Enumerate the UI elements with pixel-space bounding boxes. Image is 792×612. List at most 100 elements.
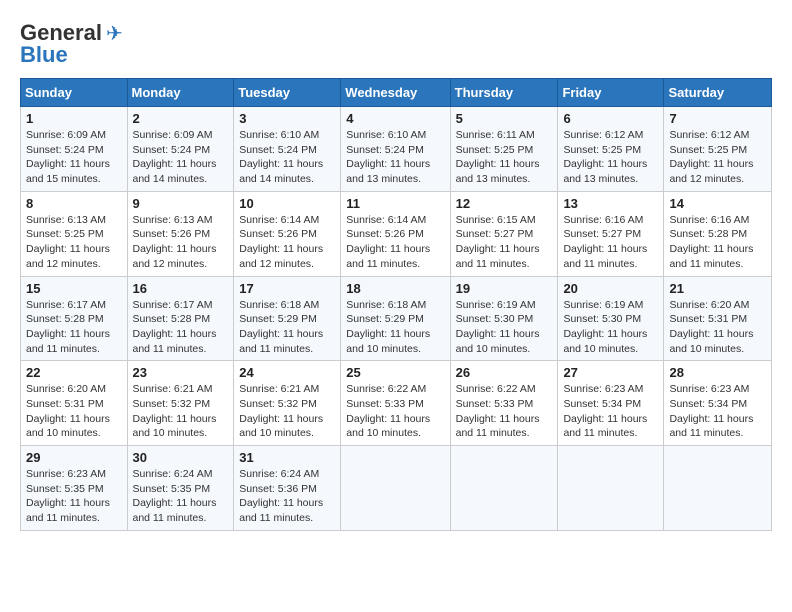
day-info: Sunrise: 6:17 AMSunset: 5:28 PMDaylight:… [133, 298, 229, 357]
day-info: Sunrise: 6:14 AMSunset: 5:26 PMDaylight:… [239, 213, 335, 272]
day-number: 13 [563, 196, 658, 211]
header: General ✈ Blue [20, 20, 772, 68]
calendar-cell: 24 Sunrise: 6:21 AMSunset: 5:32 PMDaylig… [234, 361, 341, 446]
calendar-cell: 18 Sunrise: 6:18 AMSunset: 5:29 PMDaylig… [341, 276, 450, 361]
day-number: 23 [133, 365, 229, 380]
day-info: Sunrise: 6:16 AMSunset: 5:28 PMDaylight:… [669, 213, 766, 272]
day-info: Sunrise: 6:09 AMSunset: 5:24 PMDaylight:… [26, 128, 122, 187]
calendar-cell: 29 Sunrise: 6:23 AMSunset: 5:35 PMDaylig… [21, 446, 128, 531]
day-info: Sunrise: 6:24 AMSunset: 5:35 PMDaylight:… [133, 467, 229, 526]
calendar-cell: 3 Sunrise: 6:10 AMSunset: 5:24 PMDayligh… [234, 107, 341, 192]
calendar-cell: 17 Sunrise: 6:18 AMSunset: 5:29 PMDaylig… [234, 276, 341, 361]
calendar-cell: 15 Sunrise: 6:17 AMSunset: 5:28 PMDaylig… [21, 276, 128, 361]
weekday-header-wednesday: Wednesday [341, 79, 450, 107]
day-info: Sunrise: 6:22 AMSunset: 5:33 PMDaylight:… [456, 382, 553, 441]
day-info: Sunrise: 6:23 AMSunset: 5:34 PMDaylight:… [563, 382, 658, 441]
calendar-cell: 21 Sunrise: 6:20 AMSunset: 5:31 PMDaylig… [664, 276, 772, 361]
calendar-table: SundayMondayTuesdayWednesdayThursdayFrid… [20, 78, 772, 531]
day-number: 20 [563, 281, 658, 296]
day-info: Sunrise: 6:13 AMSunset: 5:26 PMDaylight:… [133, 213, 229, 272]
calendar-cell: 23 Sunrise: 6:21 AMSunset: 5:32 PMDaylig… [127, 361, 234, 446]
day-number: 21 [669, 281, 766, 296]
calendar-cell: 31 Sunrise: 6:24 AMSunset: 5:36 PMDaylig… [234, 446, 341, 531]
calendar-cell: 14 Sunrise: 6:16 AMSunset: 5:28 PMDaylig… [664, 191, 772, 276]
calendar-cell: 10 Sunrise: 6:14 AMSunset: 5:26 PMDaylig… [234, 191, 341, 276]
calendar-cell: 9 Sunrise: 6:13 AMSunset: 5:26 PMDayligh… [127, 191, 234, 276]
day-number: 2 [133, 111, 229, 126]
day-number: 22 [26, 365, 122, 380]
day-info: Sunrise: 6:18 AMSunset: 5:29 PMDaylight:… [239, 298, 335, 357]
day-info: Sunrise: 6:13 AMSunset: 5:25 PMDaylight:… [26, 213, 122, 272]
calendar-cell: 28 Sunrise: 6:23 AMSunset: 5:34 PMDaylig… [664, 361, 772, 446]
day-number: 26 [456, 365, 553, 380]
weekday-header-thursday: Thursday [450, 79, 558, 107]
calendar-cell: 4 Sunrise: 6:10 AMSunset: 5:24 PMDayligh… [341, 107, 450, 192]
day-info: Sunrise: 6:21 AMSunset: 5:32 PMDaylight:… [133, 382, 229, 441]
calendar-cell: 1 Sunrise: 6:09 AMSunset: 5:24 PMDayligh… [21, 107, 128, 192]
weekday-header-monday: Monday [127, 79, 234, 107]
day-info: Sunrise: 6:10 AMSunset: 5:24 PMDaylight:… [239, 128, 335, 187]
day-number: 7 [669, 111, 766, 126]
day-info: Sunrise: 6:16 AMSunset: 5:27 PMDaylight:… [563, 213, 658, 272]
day-info: Sunrise: 6:12 AMSunset: 5:25 PMDaylight:… [669, 128, 766, 187]
day-info: Sunrise: 6:17 AMSunset: 5:28 PMDaylight:… [26, 298, 122, 357]
day-info: Sunrise: 6:11 AMSunset: 5:25 PMDaylight:… [456, 128, 553, 187]
calendar-cell: 12 Sunrise: 6:15 AMSunset: 5:27 PMDaylig… [450, 191, 558, 276]
calendar-cell [664, 446, 772, 531]
day-info: Sunrise: 6:12 AMSunset: 5:25 PMDaylight:… [563, 128, 658, 187]
calendar-cell: 30 Sunrise: 6:24 AMSunset: 5:35 PMDaylig… [127, 446, 234, 531]
calendar-cell: 8 Sunrise: 6:13 AMSunset: 5:25 PMDayligh… [21, 191, 128, 276]
calendar-cell: 5 Sunrise: 6:11 AMSunset: 5:25 PMDayligh… [450, 107, 558, 192]
day-number: 12 [456, 196, 553, 211]
day-info: Sunrise: 6:15 AMSunset: 5:27 PMDaylight:… [456, 213, 553, 272]
calendar-cell: 25 Sunrise: 6:22 AMSunset: 5:33 PMDaylig… [341, 361, 450, 446]
day-number: 6 [563, 111, 658, 126]
calendar-cell: 16 Sunrise: 6:17 AMSunset: 5:28 PMDaylig… [127, 276, 234, 361]
logo: General ✈ Blue [20, 20, 123, 68]
calendar-cell: 7 Sunrise: 6:12 AMSunset: 5:25 PMDayligh… [664, 107, 772, 192]
day-info: Sunrise: 6:22 AMSunset: 5:33 PMDaylight:… [346, 382, 444, 441]
calendar-cell: 22 Sunrise: 6:20 AMSunset: 5:31 PMDaylig… [21, 361, 128, 446]
day-number: 18 [346, 281, 444, 296]
day-number: 9 [133, 196, 229, 211]
calendar-cell: 6 Sunrise: 6:12 AMSunset: 5:25 PMDayligh… [558, 107, 664, 192]
day-number: 30 [133, 450, 229, 465]
day-number: 24 [239, 365, 335, 380]
day-info: Sunrise: 6:10 AMSunset: 5:24 PMDaylight:… [346, 128, 444, 187]
day-number: 29 [26, 450, 122, 465]
day-info: Sunrise: 6:24 AMSunset: 5:36 PMDaylight:… [239, 467, 335, 526]
calendar-cell [558, 446, 664, 531]
day-number: 4 [346, 111, 444, 126]
day-number: 31 [239, 450, 335, 465]
weekday-header-saturday: Saturday [664, 79, 772, 107]
day-number: 1 [26, 111, 122, 126]
day-info: Sunrise: 6:19 AMSunset: 5:30 PMDaylight:… [456, 298, 553, 357]
day-number: 15 [26, 281, 122, 296]
day-info: Sunrise: 6:18 AMSunset: 5:29 PMDaylight:… [346, 298, 444, 357]
day-info: Sunrise: 6:20 AMSunset: 5:31 PMDaylight:… [669, 298, 766, 357]
calendar-cell: 13 Sunrise: 6:16 AMSunset: 5:27 PMDaylig… [558, 191, 664, 276]
calendar-cell: 19 Sunrise: 6:19 AMSunset: 5:30 PMDaylig… [450, 276, 558, 361]
day-info: Sunrise: 6:20 AMSunset: 5:31 PMDaylight:… [26, 382, 122, 441]
logo-blue-text: Blue [20, 42, 68, 68]
day-info: Sunrise: 6:19 AMSunset: 5:30 PMDaylight:… [563, 298, 658, 357]
logo-bird-icon: ✈ [106, 21, 123, 46]
day-info: Sunrise: 6:14 AMSunset: 5:26 PMDaylight:… [346, 213, 444, 272]
day-info: Sunrise: 6:23 AMSunset: 5:35 PMDaylight:… [26, 467, 122, 526]
day-number: 5 [456, 111, 553, 126]
day-number: 19 [456, 281, 553, 296]
weekday-header-sunday: Sunday [21, 79, 128, 107]
calendar-cell [341, 446, 450, 531]
day-number: 14 [669, 196, 766, 211]
day-number: 27 [563, 365, 658, 380]
day-number: 11 [346, 196, 444, 211]
day-info: Sunrise: 6:21 AMSunset: 5:32 PMDaylight:… [239, 382, 335, 441]
calendar-cell: 2 Sunrise: 6:09 AMSunset: 5:24 PMDayligh… [127, 107, 234, 192]
day-number: 25 [346, 365, 444, 380]
day-info: Sunrise: 6:23 AMSunset: 5:34 PMDaylight:… [669, 382, 766, 441]
day-number: 8 [26, 196, 122, 211]
calendar-cell: 27 Sunrise: 6:23 AMSunset: 5:34 PMDaylig… [558, 361, 664, 446]
day-number: 28 [669, 365, 766, 380]
weekday-header-friday: Friday [558, 79, 664, 107]
weekday-header-tuesday: Tuesday [234, 79, 341, 107]
